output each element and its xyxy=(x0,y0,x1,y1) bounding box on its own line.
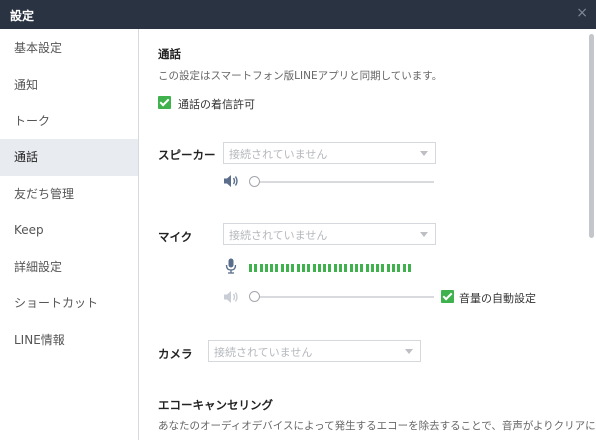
speaker-select-value: 接続されていません xyxy=(229,148,328,161)
mic-level-segment xyxy=(407,264,411,272)
sidebar-item-friends[interactable]: 友だち管理 xyxy=(0,176,138,213)
mic-level-segment xyxy=(270,264,274,272)
mic-level-segment xyxy=(312,264,316,272)
sidebar-item-about[interactable]: LINE情報 xyxy=(0,322,138,359)
mic-level-segment xyxy=(344,264,348,272)
sidebar: 基本設定 通知 トーク 通話 友だち管理 Keep 詳細設定 ショートカット L… xyxy=(0,29,139,440)
mic-select[interactable]: 接続されていません xyxy=(223,223,436,245)
allow-incoming-checkbox[interactable] xyxy=(158,96,171,109)
echo-cancel-note: あなたのオーディオデバイスによって発生するエコーを除去することで、音声がよりクリ… xyxy=(158,420,596,432)
chevron-down-icon xyxy=(405,349,413,354)
sidebar-item-advanced[interactable]: 詳細設定 xyxy=(0,249,138,286)
window-title: 設定 xyxy=(10,9,35,23)
echo-cancel-title: エコーキャンセリング xyxy=(158,398,273,412)
sidebar-item-shortcuts[interactable]: ショートカット xyxy=(0,285,138,322)
sync-note: この設定はスマートフォン版LINEアプリと同期しています。 xyxy=(158,70,443,82)
mic-level-segment xyxy=(296,264,300,272)
mic-level-segment xyxy=(275,264,279,272)
mic-level-segment xyxy=(259,264,263,272)
mic-level-segment xyxy=(397,264,401,272)
mic-level-segment xyxy=(370,264,374,272)
mic-level-segment xyxy=(264,264,268,272)
mic-volume-track[interactable] xyxy=(253,296,434,298)
mic-level-segment xyxy=(392,264,396,272)
speaker-volume-track[interactable] xyxy=(253,181,434,183)
mic-level-segment xyxy=(354,264,358,272)
allow-incoming-label: 通話の着信許可 xyxy=(178,98,255,111)
scrollbar[interactable] xyxy=(589,34,594,238)
chevron-down-icon xyxy=(420,232,428,237)
sidebar-item-general[interactable]: 基本設定 xyxy=(0,30,138,67)
mic-level-segment xyxy=(381,264,385,272)
camera-select-value: 接続されていません xyxy=(214,346,313,359)
speaker-icon[interactable] xyxy=(223,290,239,304)
mic-level-segment xyxy=(317,264,321,272)
mic-volume-slider-handle[interactable] xyxy=(249,291,260,302)
title-bar: 設定 × xyxy=(0,0,596,29)
sidebar-item-calls[interactable]: 通話 xyxy=(0,139,138,176)
speaker-label: スピーカー xyxy=(158,148,216,162)
section-title: 通話 xyxy=(158,47,181,61)
mic-level-segment xyxy=(339,264,343,272)
mic-level-segment xyxy=(307,264,311,272)
mic-level-segment xyxy=(349,264,353,272)
speaker-volume-slider-handle[interactable] xyxy=(249,176,260,187)
mic-level-segment xyxy=(376,264,380,272)
mic-select-value: 接続されていません xyxy=(229,229,328,242)
mic-level-segment xyxy=(249,264,252,272)
mic-level-segment xyxy=(333,264,337,272)
close-icon[interactable]: × xyxy=(576,5,588,21)
mic-level-segment xyxy=(301,264,305,272)
speaker-icon[interactable] xyxy=(223,174,239,188)
auto-volume-label: 音量の自動設定 xyxy=(459,292,536,305)
camera-select[interactable]: 接続されていません xyxy=(208,340,421,362)
auto-volume-checkbox[interactable] xyxy=(441,290,454,303)
camera-label: カメラ xyxy=(158,347,193,361)
chevron-down-icon xyxy=(420,151,428,156)
mic-level-segment xyxy=(402,264,406,272)
mic-level-segment xyxy=(323,264,327,272)
mic-level-segment xyxy=(328,264,332,272)
sidebar-item-keep[interactable]: Keep xyxy=(0,212,138,249)
mic-level-segment xyxy=(386,264,390,272)
mic-label: マイク xyxy=(158,230,193,244)
mic-level-segment xyxy=(360,264,364,272)
mic-level-segment xyxy=(286,264,290,272)
mic-level-segment xyxy=(254,264,258,272)
mic-input-level-meter xyxy=(249,264,435,272)
mic-level-segment xyxy=(291,264,295,272)
settings-panel: 通話 この設定はスマートフォン版LINEアプリと同期しています。 通話の着信許可… xyxy=(139,29,596,440)
microphone-icon xyxy=(225,258,237,274)
mic-level-segment xyxy=(365,264,369,272)
sidebar-item-notifications[interactable]: 通知 xyxy=(0,67,138,104)
speaker-select[interactable]: 接続されていません xyxy=(223,142,436,164)
mic-level-segment xyxy=(280,264,284,272)
sidebar-item-chats[interactable]: トーク xyxy=(0,103,138,140)
